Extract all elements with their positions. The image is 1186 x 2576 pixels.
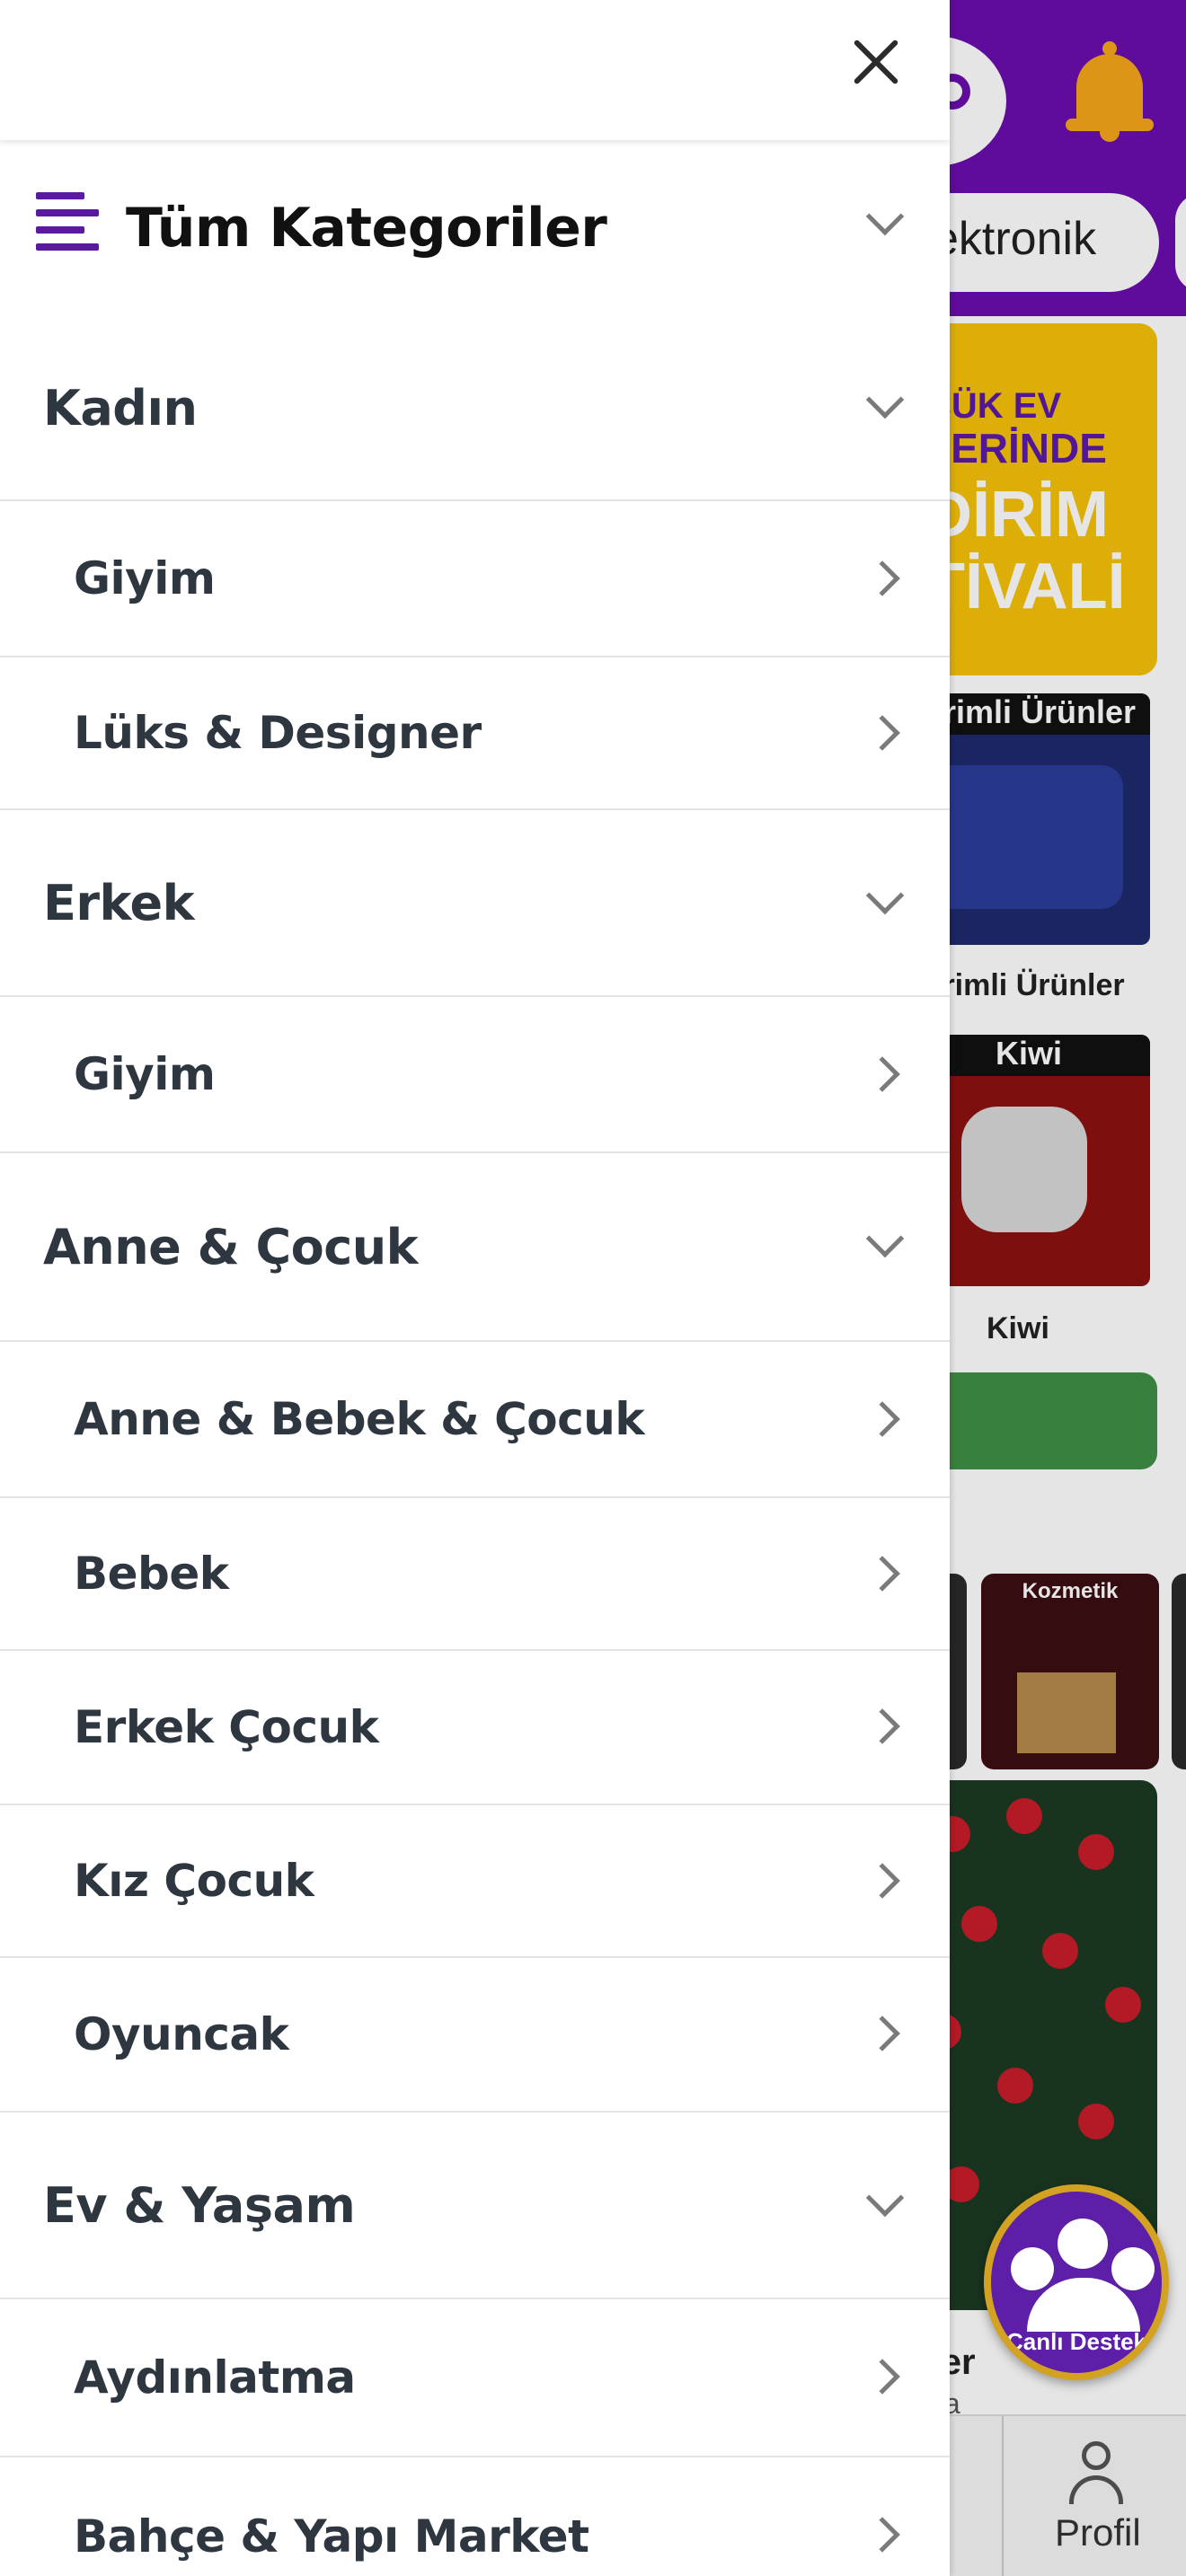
category-group-label: Kadın (43, 379, 198, 437)
category-group-ev-yasam[interactable]: Ev & Yaşam (0, 2113, 950, 2299)
subcategory-label: Bahçe & Yapı Market (74, 2510, 589, 2563)
all-categories-label: Tüm Kategoriler (126, 197, 607, 260)
chevron-down-icon (865, 380, 905, 419)
chevron-right-icon (864, 1556, 900, 1592)
subcategory-label: Erkek Çocuk (74, 1701, 379, 1753)
chevron-right-icon (864, 560, 900, 596)
subcategory-label: Bebek (74, 1548, 229, 1600)
subcategory-item[interactable]: Erkek Çocuk (0, 1651, 950, 1805)
subcategory-label: Giyim (74, 552, 216, 604)
category-list: Tüm Kategoriler Kadın Giyim Lüks & Desig… (0, 140, 950, 2576)
all-categories-row[interactable]: Tüm Kategoriler (0, 140, 950, 316)
category-group-erkek[interactable]: Erkek (0, 810, 950, 997)
subcategory-item[interactable]: Aydınlatma (0, 2299, 950, 2457)
subcategory-item[interactable]: Anne & Bebek & Çocuk (0, 1342, 950, 1498)
subcategory-item[interactable]: Bahçe & Yapı Market (0, 2457, 950, 2576)
subcategory-label: Oyuncak (74, 2008, 289, 2060)
category-group-label: Anne & Çocuk (43, 1218, 419, 1275)
agent-icon (1058, 2219, 1108, 2269)
chevron-right-icon (864, 715, 900, 751)
agent-icon (1111, 2247, 1155, 2290)
chevron-right-icon (864, 2359, 900, 2395)
chevron-right-icon (864, 1401, 900, 1437)
drawer-header (0, 0, 950, 140)
menu-lines-icon (36, 192, 99, 251)
category-drawer: Tüm Kategoriler Kadın Giyim Lüks & Desig… (0, 0, 950, 2576)
chevron-right-icon (864, 1708, 900, 1744)
subcategory-label: Giyim (74, 1048, 216, 1100)
agent-icon (1011, 2247, 1054, 2290)
chevron-right-icon (864, 2517, 900, 2553)
category-group-label: Ev & Yaşam (43, 2176, 356, 2234)
subcategory-item[interactable]: Lüks & Designer (0, 657, 950, 810)
subcategory-label: Lüks & Designer (74, 707, 482, 759)
chevron-down-icon (865, 2178, 905, 2218)
category-group-kadin[interactable]: Kadın (0, 316, 950, 501)
subcategory-item[interactable]: Giyim (0, 997, 950, 1153)
chevron-down-icon (865, 1219, 905, 1258)
subcategory-label: Anne & Bebek & Çocuk (74, 1393, 645, 1445)
live-support-label: Canlı Destek (1005, 2328, 1147, 2355)
live-support-button[interactable]: Canlı Destek (984, 2184, 1169, 2380)
subcategory-item[interactable]: Bebek (0, 1498, 950, 1651)
subcategory-label: Aydınlatma (74, 2351, 356, 2404)
subcategory-label: Kız Çocuk (74, 1855, 314, 1907)
subcategory-item[interactable]: Kız Çocuk (0, 1805, 950, 1958)
chevron-right-icon (864, 1863, 900, 1899)
close-icon[interactable] (845, 27, 916, 99)
category-group-anne-cocuk[interactable]: Anne & Çocuk (0, 1153, 950, 1342)
subcategory-item[interactable]: Giyim (0, 501, 950, 657)
chevron-right-icon (864, 1056, 900, 1092)
category-group-label: Erkek (43, 874, 195, 931)
chevron-down-icon (865, 197, 905, 236)
subcategory-item[interactable]: Oyuncak (0, 1958, 950, 2113)
chevron-down-icon (865, 876, 905, 915)
chevron-right-icon (864, 2016, 900, 2051)
